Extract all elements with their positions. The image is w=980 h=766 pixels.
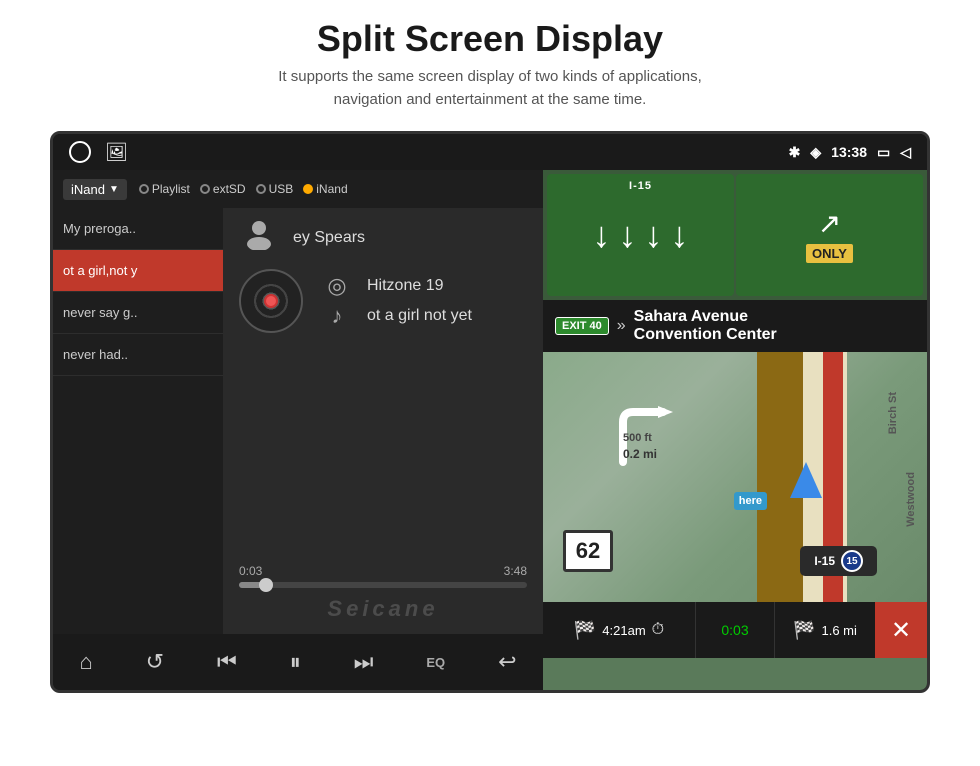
remaining-dist: 1.6 mi <box>822 623 857 638</box>
arrow-down-4: ↓ <box>671 214 689 256</box>
album-name: Hitzone 19 <box>367 277 444 295</box>
source-inand[interactable]: iNand <box>303 182 347 196</box>
list-item[interactable]: never had.. <box>53 334 223 376</box>
source-dropdown[interactable]: iNand ▼ <box>63 179 127 200</box>
nav-close-button[interactable]: ✕ <box>875 602 927 658</box>
exit-banner: EXIT 40 » Sahara Avenue Convention Cente… <box>543 300 927 352</box>
split-screen: iNand ▼ Playlist extSD USB <box>53 170 927 690</box>
sign-arrows: ↓ ↓ ↓ ↓ <box>593 214 689 256</box>
only-badge: ONLY <box>806 244 853 263</box>
nav-eta: 🏁 4:21am ⏱ <box>543 620 695 641</box>
arrow-down-3: ↓ <box>645 214 663 256</box>
arrow-down-2: ↓ <box>619 214 637 256</box>
usb-radio <box>256 184 266 194</box>
source-label: iNand <box>71 182 105 197</box>
time-current: 0:03 <box>239 564 262 578</box>
status-time: 13:38 <box>831 144 867 160</box>
right-panel: ↓ ↓ ↓ ↓ I-15 ↗ ONLY EXIT 40 » Sahara Av <box>543 170 927 690</box>
bluetooth-icon: ✱ <box>789 144 801 161</box>
source-usb[interactable]: USB <box>256 182 294 196</box>
home-button[interactable]: ⌂ <box>69 643 102 681</box>
progress-thumb[interactable] <box>259 578 273 592</box>
time-row: 0:03 3:48 <box>239 564 527 578</box>
checkered-icon-right: 🏁 <box>793 620 815 641</box>
nav-bottom-bar: 🏁 4:21am ⏱ 0:03 🏁 1.6 mi ✕ <box>543 602 927 658</box>
nav-elapsed: 0:03 <box>695 602 775 658</box>
nav-signs: ↓ ↓ ↓ ↓ I-15 ↗ ONLY <box>543 170 927 300</box>
dist-mi: 0.2 mi <box>623 447 657 461</box>
prev-button[interactable]: ⏮ <box>207 643 247 681</box>
vinyl-disc <box>239 269 303 333</box>
exit-badge: EXIT 40 <box>555 317 609 335</box>
source-row: iNand ▼ Playlist extSD USB <box>53 170 543 208</box>
status-bar-left: 🖼 <box>69 141 128 163</box>
list-item[interactable]: ot a girl,not y <box>53 250 223 292</box>
track-info: ey Spears ◎ Hitzone 19 <box>239 218 527 556</box>
left-content: My preroga.. ot a girl,not y never say g… <box>53 208 543 634</box>
green-sign-arrows: ↓ ↓ ↓ ↓ I-15 <box>547 174 734 296</box>
exit-separator: » <box>617 317 626 335</box>
road-sign-i15: I-15 15 <box>800 546 877 576</box>
track-name: ot a girl not yet <box>367 307 472 325</box>
battery-icon: ▭ <box>877 144 890 161</box>
playlist-radio <box>139 184 149 194</box>
circle-icon <box>69 141 91 163</box>
only-arrow-icon: ↗ <box>818 207 841 240</box>
next-button[interactable]: ⏭ <box>344 643 384 681</box>
extsd-radio <box>200 184 210 194</box>
nav-triangle <box>790 462 822 498</box>
source-extsd[interactable]: extSD <box>200 182 246 196</box>
progress-section: 0:03 3:48 <box>239 556 527 592</box>
page-subtitle: It supports the same screen display of t… <box>0 66 980 111</box>
disc-icon: ◎ <box>317 273 357 299</box>
road-label-birch: Birch St <box>887 392 899 434</box>
elapsed-time: 0:03 <box>721 622 748 638</box>
nav-remaining: 🏁 1.6 mi <box>775 620 875 641</box>
inand-radio <box>303 184 313 194</box>
back-icon: ◁ <box>900 144 911 161</box>
highway-shield: 15 <box>841 550 863 572</box>
arrow-down-1: ↓ <box>593 214 611 256</box>
status-bar: 🖼 ✱ ◈ 13:38 ▭ ◁ <box>53 134 927 170</box>
image-icon: 🖼 <box>105 142 128 163</box>
dropdown-arrow: ▼ <box>109 184 119 195</box>
eq-button[interactable]: EQ <box>416 649 455 676</box>
page-title: Split Screen Display <box>0 18 980 60</box>
clock-icon: ⏱ <box>652 621 664 639</box>
list-item[interactable]: never say g.. <box>53 292 223 334</box>
pause-button[interactable]: ⏸ <box>280 643 311 681</box>
exit-text: Sahara Avenue Convention Center <box>634 308 777 344</box>
player-area: ey Spears ◎ Hitzone 19 <box>223 208 543 634</box>
only-sign: ↗ ONLY <box>736 174 923 296</box>
vinyl-center <box>264 294 278 308</box>
status-bar-right: ✱ ◈ 13:38 ▭ ◁ <box>789 144 911 161</box>
list-item[interactable]: My preroga.. <box>53 208 223 250</box>
dist-500: 500 ft <box>623 432 652 444</box>
device-frame: 🖼 ✱ ◈ 13:38 ▭ ◁ iNand ▼ Playlist <box>50 131 930 693</box>
repeat-button[interactable]: ↺ <box>136 643 174 681</box>
location-icon: ◈ <box>810 144 821 161</box>
map-area: Birch St Westwood 500 ft 0.2 mi he <box>543 352 927 602</box>
source-options: Playlist extSD USB iNand <box>139 182 348 196</box>
artist-name: ey Spears <box>293 229 365 247</box>
back-button[interactable]: ↩ <box>488 643 526 681</box>
progress-bar[interactable] <box>239 582 527 588</box>
page-header: Split Screen Display It supports the sam… <box>0 0 980 121</box>
left-panel: iNand ▼ Playlist extSD USB <box>53 170 543 690</box>
speed-62-sign: 62 <box>563 530 613 572</box>
watermark: Seicane <box>239 596 527 622</box>
person-icon <box>239 218 279 257</box>
music-icon: ♪ <box>317 303 357 329</box>
eta-time: 4:21am <box>602 623 645 638</box>
road-label-westwood: Westwood <box>905 472 917 527</box>
source-playlist[interactable]: Playlist <box>139 182 190 196</box>
artist-row: ey Spears <box>239 218 527 257</box>
here-logo: here <box>734 492 767 510</box>
playlist: My preroga.. ot a girl,not y never say g… <box>53 208 223 634</box>
checkered-icon-left: 🏁 <box>574 620 596 641</box>
controls-bar: ⌂ ↺ ⏮ ⏸ ⏭ EQ ↩ <box>53 634 543 690</box>
time-total: 3:48 <box>504 564 527 578</box>
album-row: ◎ Hitzone 19 ♪ ot a girl not yet <box>239 269 527 333</box>
